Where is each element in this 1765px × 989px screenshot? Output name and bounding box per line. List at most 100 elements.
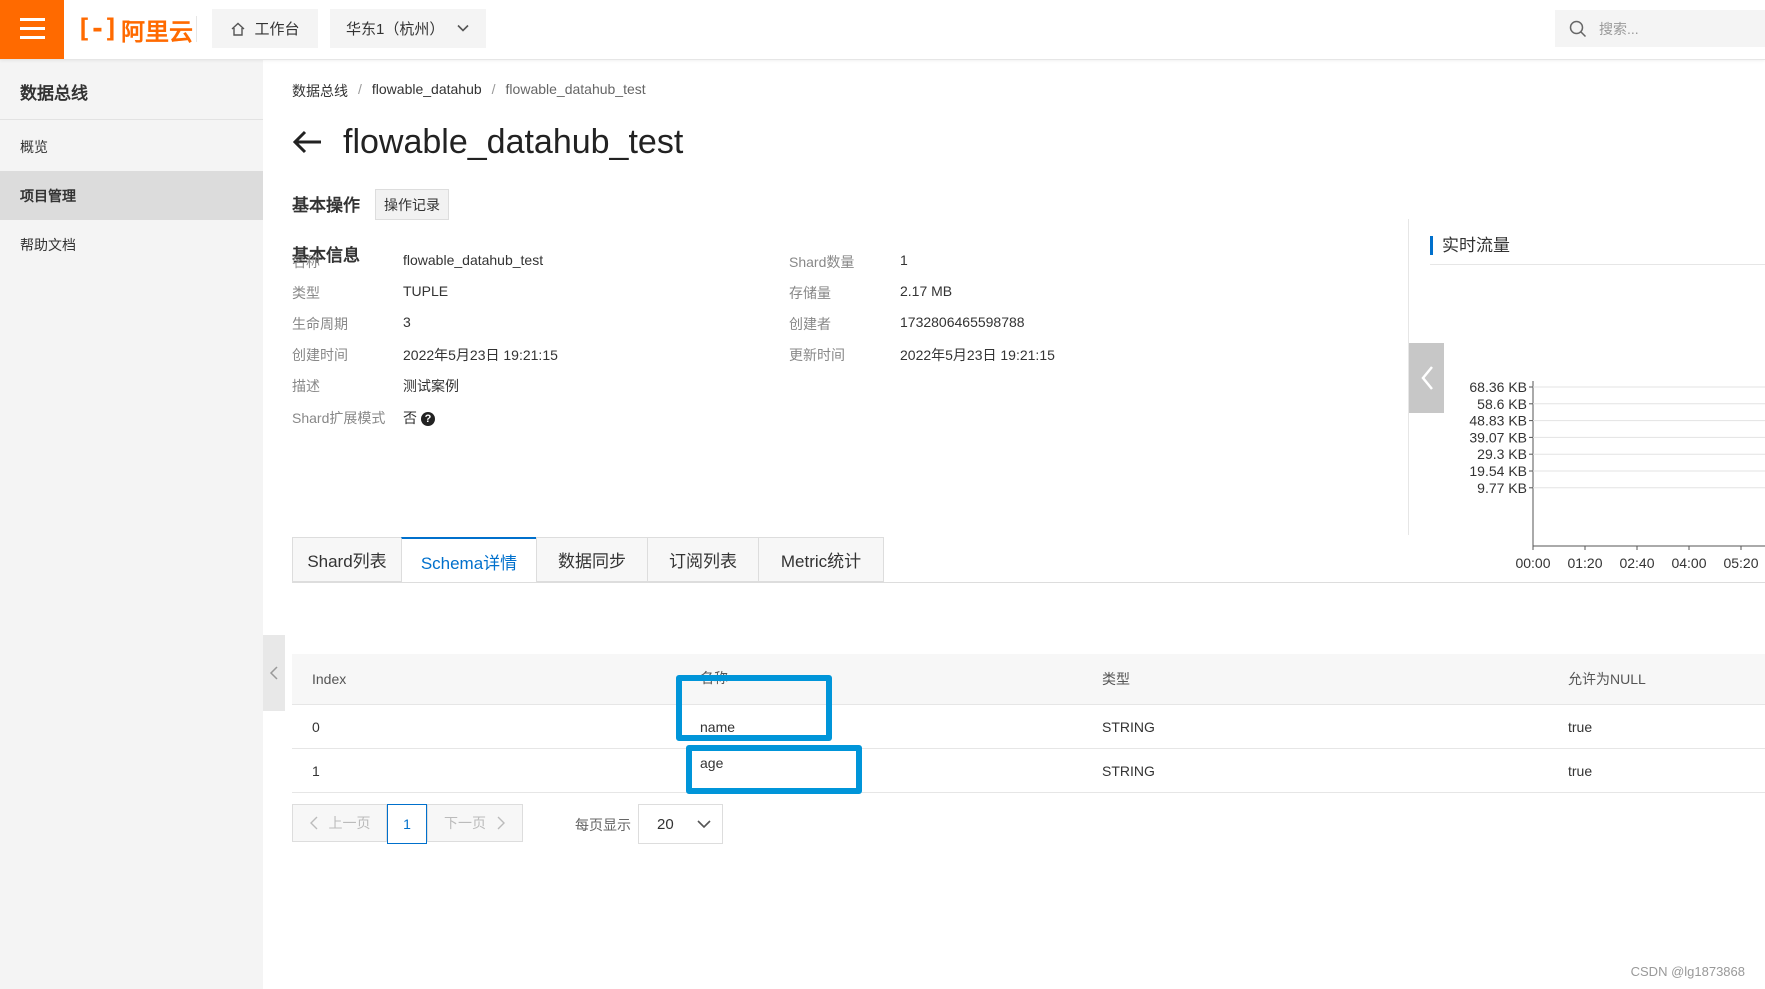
chevron-right-icon <box>497 816 505 830</box>
tab-schema-detail[interactable]: Schema详情 <box>401 537 536 583</box>
info-value-type: TUPLE <box>403 283 449 299</box>
info-value-description: 测试案例 <box>403 378 459 394</box>
info-value-name: flowable_datahub_test <box>403 252 544 268</box>
sidebar: 数据总线 概览 项目管理 帮助文档 <box>0 59 263 989</box>
info-value-storage: 2.17 MB <box>900 283 953 299</box>
page-title: flowable_datahub_test <box>343 123 684 161</box>
realtime-traffic-chart: 68.36 KB58.6 KB48.83 KB39.07 KB29.3 KB19… <box>1469 379 1765 571</box>
shard-extend-mode-text: 否 <box>403 410 417 426</box>
breadcrumb: 数据总线 / flowable_datahub / flowable_datah… <box>292 81 646 101</box>
y-tick-label: 29.3 KB <box>1477 446 1527 462</box>
y-tick-label: 9.77 KB <box>1477 480 1527 496</box>
chevron-down-icon <box>697 820 711 829</box>
hamburger-menu-icon[interactable] <box>0 0 64 59</box>
logo-text: 阿里云 <box>120 18 193 46</box>
y-tick-label: 48.83 KB <box>1469 413 1527 429</box>
column-header-type: 类型 <box>1102 671 1130 687</box>
search-input[interactable] <box>1597 19 1751 38</box>
main-content: 数据总线 / flowable_datahub / flowable_datah… <box>263 59 1765 989</box>
info-label-created-time: 创建时间 <box>292 347 348 363</box>
info-label-type: 类型 <box>292 285 320 301</box>
y-tick-label: 58.6 KB <box>1477 396 1527 412</box>
annotation-highlight-box <box>676 675 832 741</box>
x-tick-label: 01:20 <box>1567 555 1602 571</box>
workbench-button[interactable]: 工作台 <box>212 9 318 48</box>
aliyun-logo[interactable]: [-] 阿里云 <box>76 12 193 46</box>
prev-page-label: 上一页 <box>328 815 371 831</box>
sidebar-item-help-docs[interactable]: 帮助文档 <box>0 220 263 269</box>
breadcrumb-item-datahub[interactable]: 数据总线 <box>292 81 348 101</box>
table-row: 0 name STRING true <box>292 705 1765 749</box>
column-header-index: Index <box>312 671 347 687</box>
page-number-button[interactable]: 1 <box>387 804 427 844</box>
info-value-creator: 1732806465598788 <box>900 314 1025 330</box>
info-value-created-time: 2022年5月23日 19:21:15 <box>403 347 558 363</box>
info-label-updated-time: 更新时间 <box>789 347 845 363</box>
cell-field-type: STRING <box>1102 718 1155 735</box>
back-arrow-icon[interactable] <box>291 129 323 155</box>
per-page-label: 每页显示 <box>575 817 631 833</box>
tabs-baseline <box>292 582 1765 583</box>
operation-log-button[interactable]: 操作记录 <box>375 189 449 220</box>
tab-data-sync[interactable]: 数据同步 <box>536 537 647 582</box>
region-label: 华东1（杭州） <box>346 21 445 38</box>
global-search[interactable] <box>1555 10 1765 47</box>
cell-allow-null: true <box>1568 718 1593 735</box>
sidebar-item-label: 概览 <box>20 138 48 155</box>
sidebar-item-overview[interactable]: 概览 <box>0 122 263 171</box>
top-navbar: [-] 阿里云 工作台 华东1（杭州） <box>0 0 1765 60</box>
x-tick-label: 04:00 <box>1671 555 1706 571</box>
y-tick-label: 19.54 KB <box>1469 463 1527 479</box>
table-header-row: Index 名称 类型 允许为NULL <box>292 654 1765 705</box>
info-label-lifecycle: 生命周期 <box>292 316 348 332</box>
realtime-traffic-title: 实时流量 <box>1430 236 1510 255</box>
chevron-left-icon <box>309 816 317 830</box>
pagination: 上一页 1 下一页 <box>292 804 523 844</box>
tab-shard-list[interactable]: Shard列表 <box>292 537 401 582</box>
breadcrumb-separator: / <box>491 81 496 97</box>
next-page-label: 下一页 <box>444 815 486 831</box>
chart-prev-button[interactable] <box>1409 343 1444 413</box>
info-value-shard-extend-mode: 否? <box>403 408 435 428</box>
annotation-highlight-box <box>686 745 862 794</box>
info-label-description: 描述 <box>292 378 320 394</box>
workbench-label: 工作台 <box>254 21 300 38</box>
per-page-select[interactable]: 20 <box>638 804 723 844</box>
sidebar-title: 数据总线 <box>20 84 88 103</box>
table-row: 1 age STRING true <box>292 749 1765 793</box>
search-icon <box>1569 20 1587 37</box>
cell-field-type: STRING <box>1102 762 1155 779</box>
info-label-storage: 存储量 <box>789 285 831 301</box>
per-page-value: 20 <box>657 815 674 833</box>
cell-index: 0 <box>312 718 320 735</box>
x-tick-label: 00:00 <box>1515 555 1550 571</box>
region-select[interactable]: 华东1（杭州） <box>330 9 486 48</box>
logo-mark: [-] <box>76 14 119 44</box>
detail-tabs: Shard列表 Schema详情 数据同步 订阅列表 Metric统计 <box>292 537 884 583</box>
sidebar-item-label: 项目管理 <box>20 187 76 204</box>
column-header-nullable: 允许为NULL <box>1568 671 1646 687</box>
breadcrumb-item-project[interactable]: flowable_datahub <box>372 81 482 101</box>
breadcrumb-item-topic: flowable_datahub_test <box>505 81 646 97</box>
home-icon <box>232 22 245 36</box>
tab-subscription-list[interactable]: 订阅列表 <box>647 537 758 582</box>
y-tick-label: 68.36 KB <box>1469 379 1527 395</box>
x-tick-label: 02:40 <box>1619 555 1654 571</box>
cell-index: 1 <box>312 762 320 779</box>
next-page-button[interactable]: 下一页 <box>427 804 523 842</box>
header-divider <box>196 16 197 42</box>
tab-metric-stats[interactable]: Metric统计 <box>758 537 884 582</box>
info-value-lifecycle: 3 <box>403 314 411 330</box>
y-tick-label: 39.07 KB <box>1469 429 1527 445</box>
help-question-icon[interactable]: ? <box>421 412 435 427</box>
chevron-down-icon <box>457 24 469 32</box>
prev-page-button[interactable]: 上一页 <box>292 804 387 842</box>
chevron-left-icon <box>1420 366 1433 390</box>
schema-table: Index 名称 类型 允许为NULL 0 name STRING true 1… <box>292 654 1765 794</box>
x-tick-label: 05:20 <box>1723 555 1758 571</box>
traffic-title-underline <box>1430 264 1765 265</box>
sidebar-item-project-management[interactable]: 项目管理 <box>0 171 263 220</box>
cell-allow-null: true <box>1568 762 1593 779</box>
info-value-updated-time: 2022年5月23日 19:21:15 <box>900 347 1055 363</box>
breadcrumb-separator: / <box>358 81 362 97</box>
